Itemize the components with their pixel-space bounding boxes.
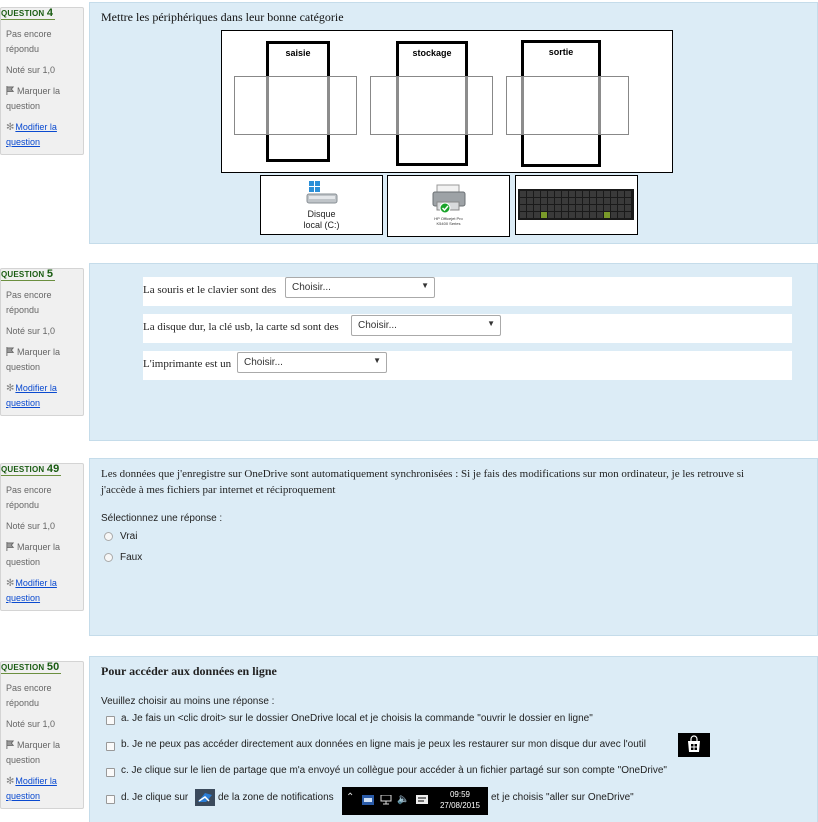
question-info-5: QUESTION 5 Pas encore répondu Noté sur 1,… xyxy=(0,268,84,416)
category-select[interactable]: Choisir... ▼ xyxy=(351,315,501,336)
question-info-4: QUESTION 4 Pas encore répondu Noté sur 1,… xyxy=(0,7,84,155)
answer-radio-vrai[interactable] xyxy=(104,532,113,541)
drag-item-disk[interactable]: Disque local (C:) xyxy=(260,175,383,235)
flag-icon xyxy=(6,86,15,95)
drop-target[interactable] xyxy=(234,76,357,135)
question-number: QUESTION 50 xyxy=(1,661,62,674)
taskbar-notification-area: ⌃ 🔈 09:59 27/08/2015 xyxy=(342,787,488,815)
taskbar-clock: 09:59 27/08/2015 xyxy=(439,790,481,810)
flag-question-button[interactable]: Marquer la question xyxy=(6,540,82,570)
dropdown-arrow-icon: ▼ xyxy=(487,319,495,328)
answer-label: b. Je ne peux pas accéder directement au… xyxy=(121,739,646,750)
select-row: L'imprimante est un Choisir... ▼ xyxy=(143,351,792,380)
question-grade: Noté sur 1,0 xyxy=(6,719,56,729)
category-label: sortie xyxy=(548,47,574,57)
question-content-49: Les données que j'enregistre sur OneDriv… xyxy=(89,458,818,636)
answer-label: de la zone de notifications xyxy=(218,792,334,803)
answer-checkbox-a[interactable] xyxy=(106,716,115,725)
flag-icon xyxy=(6,347,15,356)
network-icon xyxy=(380,795,392,805)
category-label: saisie xyxy=(285,48,311,58)
drop-target[interactable] xyxy=(506,76,629,135)
answer-label: Faux xyxy=(120,552,143,563)
select-row: La souris et le clavier sont des Choisir… xyxy=(143,277,792,306)
question-grade: Noté sur 1,0 xyxy=(6,521,56,531)
edit-question-link[interactable]: ✻Modifier la question xyxy=(6,120,82,150)
row-text: La disque dur, la clé usb, la carte sd s… xyxy=(143,321,339,333)
answer-checkbox-d[interactable] xyxy=(106,795,115,804)
answer-checkbox-c[interactable] xyxy=(106,768,115,777)
category-select[interactable]: Choisir... ▼ xyxy=(237,352,387,373)
answer-checkbox-b[interactable] xyxy=(106,742,115,751)
question-title: Mettre les périphériques dans leur bonne… xyxy=(101,10,344,24)
speaker-icon: 🔈 xyxy=(397,794,410,805)
drag-item-printer[interactable]: HP Officejet Pro K5400 Series xyxy=(387,175,510,237)
hard-drive-icon xyxy=(306,181,338,204)
question-state: Pas encore répondu xyxy=(6,683,52,708)
flag-question-button[interactable]: Marquer la question xyxy=(6,738,82,768)
drag-item-label: HP Officejet Pro K5400 Series xyxy=(434,216,463,226)
row-text: La souris et le clavier sont des xyxy=(143,284,277,296)
chevron-up-icon: ⌃ xyxy=(346,792,355,803)
printer-icon xyxy=(432,184,466,214)
category-label: stockage xyxy=(412,48,452,58)
question-title: Pour accéder aux données en ligne xyxy=(101,664,277,678)
question-info-50: QUESTION 50 Pas encore répondu Noté sur 1… xyxy=(0,661,84,809)
answer-label: d. Je clique sur xyxy=(121,792,189,803)
dropdown-arrow-icon: ▼ xyxy=(421,281,429,290)
onedrive-icon xyxy=(362,795,374,805)
question-state: Pas encore répondu xyxy=(6,290,52,315)
drop-zone-area: saisie stockage sortie xyxy=(221,30,673,173)
edit-question-link[interactable]: ✻Modifier la question xyxy=(6,576,82,606)
answer-radio-faux[interactable] xyxy=(104,553,113,562)
flag-question-button[interactable]: Marquer la question xyxy=(6,345,82,375)
onedrive-tray-icon xyxy=(195,789,215,806)
keyboard-icon xyxy=(518,189,634,220)
answer-label: c. Je clique sur le lien de partage que … xyxy=(121,765,667,776)
question-content-50: Pour accéder aux données en ligne Veuill… xyxy=(89,656,818,822)
question-state: Pas encore répondu xyxy=(6,485,52,510)
answer-label: et je choisis "aller sur OneDrive" xyxy=(491,792,634,803)
edit-question-link[interactable]: ✻Modifier la question xyxy=(6,774,82,804)
question-content-4: Mettre les périphériques dans leur bonne… xyxy=(89,2,818,244)
flag-icon xyxy=(6,542,15,551)
select-row: La disque dur, la clé usb, la carte sd s… xyxy=(143,314,792,343)
category-select[interactable]: Choisir... ▼ xyxy=(285,277,435,298)
question-number: QUESTION 4 xyxy=(1,7,56,20)
edit-question-link[interactable]: ✻Modifier la question xyxy=(6,381,82,411)
drag-item-label: Disque local (C:) xyxy=(303,209,340,230)
drop-target[interactable] xyxy=(370,76,493,135)
answer-label: Vrai xyxy=(120,531,138,542)
notification-icon xyxy=(416,795,428,804)
flag-icon xyxy=(6,740,15,749)
question-text: Les données que j'enregistre sur OneDriv… xyxy=(101,468,745,496)
gear-icon: ✻ xyxy=(6,383,15,394)
question-number: QUESTION 5 xyxy=(1,268,56,281)
row-text: L'imprimante est un xyxy=(143,358,232,370)
answer-label: a. Je fais un <clic droit> sur le dossie… xyxy=(121,713,593,724)
question-grade: Noté sur 1,0 xyxy=(6,326,56,336)
dropdown-arrow-icon: ▼ xyxy=(373,356,381,365)
flag-question-button[interactable]: Marquer la question xyxy=(6,84,82,114)
answer-prompt: Sélectionnez une réponse : xyxy=(101,513,223,524)
question-number: QUESTION 49 xyxy=(1,463,62,476)
gear-icon: ✻ xyxy=(6,122,15,133)
question-grade: Noté sur 1,0 xyxy=(6,65,56,75)
drag-item-keyboard[interactable] xyxy=(515,175,638,235)
gear-icon: ✻ xyxy=(6,578,15,589)
store-icon xyxy=(678,733,710,757)
answer-prompt: Veuillez choisir au moins une réponse : xyxy=(101,696,275,707)
question-state: Pas encore répondu xyxy=(6,29,52,54)
gear-icon: ✻ xyxy=(6,776,15,787)
question-info-49: QUESTION 49 Pas encore répondu Noté sur 1… xyxy=(0,463,84,611)
